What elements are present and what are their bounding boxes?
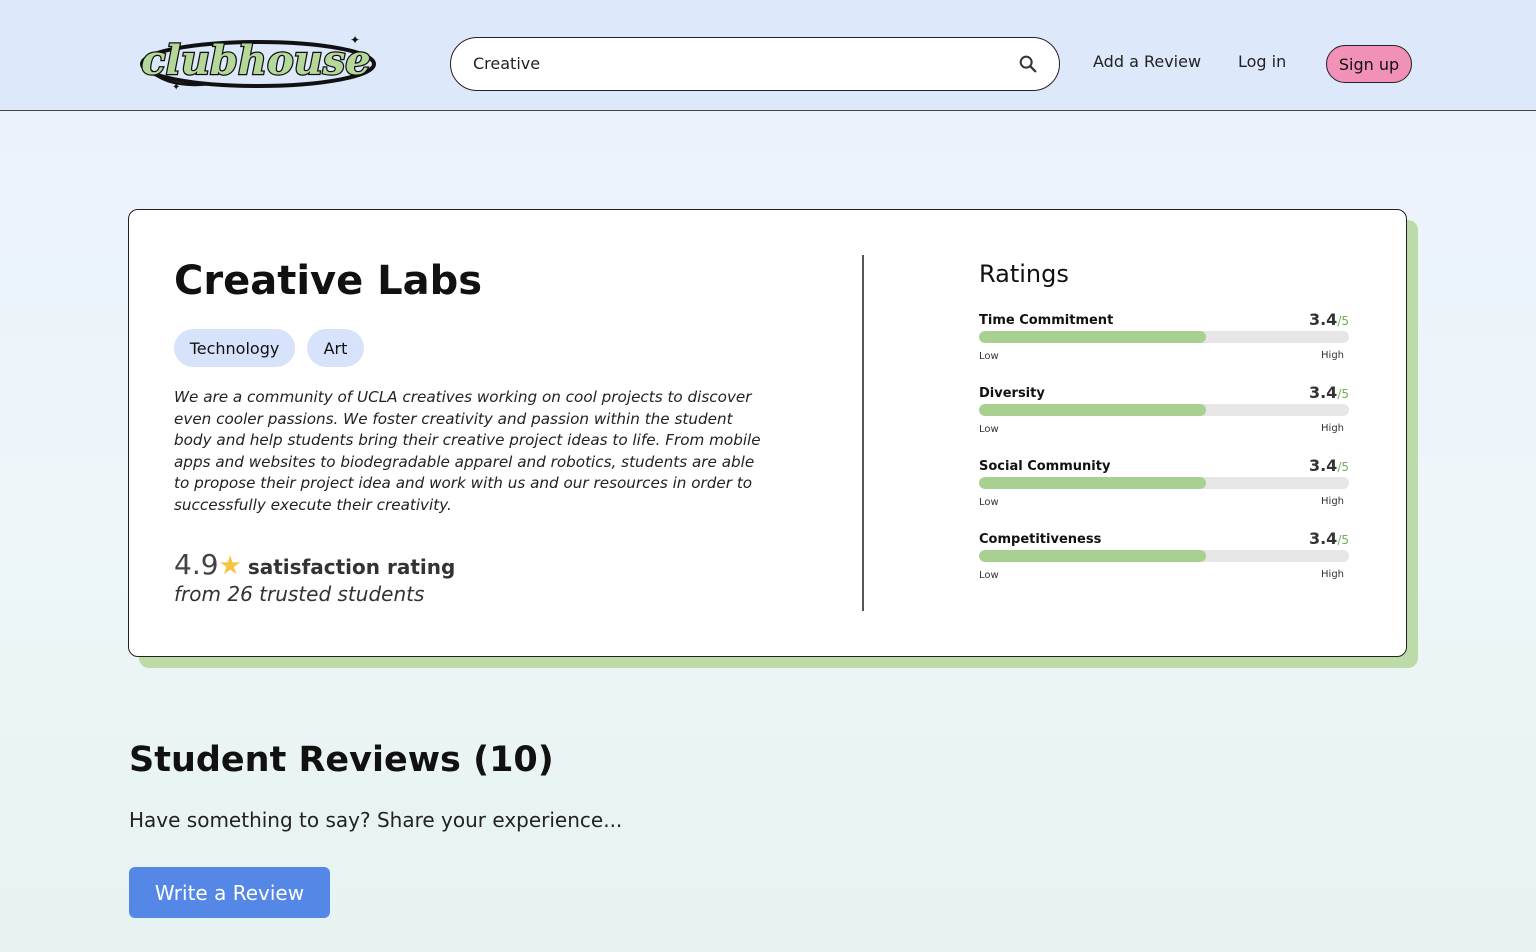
metric-bar-fill xyxy=(979,404,1206,416)
satisfaction-rating: 4.9 ★ satisfaction rating xyxy=(174,548,455,581)
club-name: Creative Labs xyxy=(174,258,483,304)
metric-diversity: Diversity 3.4/5 Low High xyxy=(979,383,1349,450)
site-header: clubhouse ✦ ✦ Add a Review Log in Sign u… xyxy=(0,0,1536,111)
low-label: Low xyxy=(979,351,999,362)
search-bar[interactable] xyxy=(450,37,1060,91)
clubhouse-logo[interactable]: clubhouse ✦ ✦ xyxy=(138,30,378,94)
metric-score: 3.4/5 xyxy=(1308,310,1349,329)
metric-bar-fill xyxy=(979,550,1206,562)
metric-score: 3.4/5 xyxy=(1308,529,1349,548)
reviews-prompt: Have something to say? Share your experi… xyxy=(129,808,623,832)
metric-name: Time Commitment xyxy=(979,313,1114,328)
high-label: High xyxy=(1321,423,1344,434)
metric-bar xyxy=(979,477,1349,489)
metric-bar-fill xyxy=(979,477,1206,489)
add-review-link[interactable]: Add a Review xyxy=(1093,52,1201,71)
club-description: We are a community of UCLA creatives wor… xyxy=(174,388,761,514)
metric-bar-fill xyxy=(979,331,1206,343)
logo-text: clubhouse xyxy=(141,37,370,84)
metric-competitiveness: Competitiveness 3.4/5 Low High xyxy=(979,529,1349,596)
signup-button[interactable]: Sign up xyxy=(1326,45,1412,83)
high-label: High xyxy=(1321,569,1344,580)
write-review-button[interactable]: Write a Review xyxy=(129,867,330,918)
low-label: Low xyxy=(979,570,999,581)
svg-text:✦: ✦ xyxy=(172,82,180,93)
club-card: Creative Labs Technology Art We are a co… xyxy=(128,209,1407,657)
satisfaction-score: 4.9 xyxy=(174,548,219,581)
star-icon: ★ xyxy=(218,551,242,581)
metric-bar xyxy=(979,331,1349,343)
search-icon[interactable] xyxy=(1017,53,1039,75)
metric-name: Diversity xyxy=(979,386,1045,401)
metric-bar xyxy=(979,550,1349,562)
tag-technology[interactable]: Technology xyxy=(174,329,295,367)
metric-score: 3.4/5 xyxy=(1308,456,1349,475)
metric-score: 3.4/5 xyxy=(1308,383,1349,402)
low-label: Low xyxy=(979,424,999,435)
metric-time-commitment: Time Commitment 3.4/5 Low High xyxy=(979,310,1349,377)
search-input[interactable] xyxy=(473,38,1003,89)
reviews-heading: Student Reviews (10) xyxy=(129,740,554,780)
high-label: High xyxy=(1321,496,1344,507)
tag-art[interactable]: Art xyxy=(307,329,364,367)
satisfaction-label: satisfaction rating xyxy=(247,555,456,579)
svg-text:✦: ✦ xyxy=(350,33,360,47)
satisfaction-count: from 26 trusted students xyxy=(174,582,425,606)
metric-name: Competitiveness xyxy=(979,532,1102,547)
ratings-heading: Ratings xyxy=(979,260,1069,288)
low-label: Low xyxy=(979,497,999,508)
logo-graphic: clubhouse ✦ ✦ xyxy=(140,33,376,93)
card-divider xyxy=(862,255,864,611)
metric-name: Social Community xyxy=(979,459,1111,474)
metric-bar xyxy=(979,404,1349,416)
high-label: High xyxy=(1321,350,1344,361)
metric-social-community: Social Community 3.4/5 Low High xyxy=(979,456,1349,523)
login-link[interactable]: Log in xyxy=(1238,52,1286,71)
